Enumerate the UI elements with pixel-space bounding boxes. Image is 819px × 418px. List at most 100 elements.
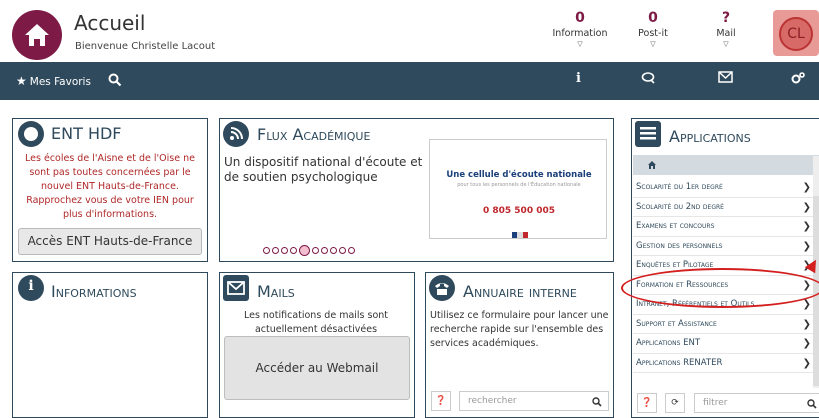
rss-icon [230, 127, 243, 140]
ent-access-button[interactable]: Accès ENT Hauts-de-France [18, 228, 202, 255]
slide-dot[interactable] [330, 247, 337, 254]
chevron-right-icon: ❯ [802, 201, 811, 213]
user-avatar[interactable]: CL [773, 10, 819, 56]
favorites-label: Mes Favoris [29, 76, 91, 88]
informations-panel-icon: i [18, 275, 44, 301]
ent-alert-message: Les écoles de l'Aisne et de l'Oise ne so… [25, 153, 195, 220]
main-navbar: ★ Mes Favoris i [0, 62, 819, 100]
mails-panel-icon [223, 275, 249, 301]
search-icon [108, 73, 122, 87]
application-item-label: Applications ENT [636, 338, 701, 348]
envelope-icon [718, 71, 733, 83]
refresh-icon: ⟳ [671, 398, 679, 408]
annuaire-panel-icon [429, 275, 455, 301]
help-button[interactable]: ❓ [637, 393, 657, 413]
highlight-annotation-oval [621, 268, 819, 308]
application-item[interactable]: Support et Assistance ❯ [633, 315, 815, 334]
mails-panel: Mails Les notifications de mails sont ac… [219, 272, 415, 418]
list-icon [640, 127, 656, 140]
applications-panel-title: Applications [669, 127, 751, 146]
annuaire-help-button[interactable]: ❓ [431, 391, 451, 411]
favorites-menu[interactable]: ★ Mes Favoris [16, 74, 91, 88]
slide-dot[interactable] [272, 247, 279, 254]
application-item-label: Gestion des personnels [636, 240, 723, 251]
republique-logo-icon [512, 232, 528, 238]
flux-slide-image[interactable]: Une cellule d'écoute nationale pour tous… [429, 139, 607, 239]
slide-dot[interactable] [281, 247, 288, 254]
chevron-right-icon: ❯ [802, 338, 811, 349]
home-logo[interactable] [12, 10, 62, 60]
flux-panel-icon [223, 121, 249, 147]
refresh-button[interactable]: ⟳ [665, 393, 685, 413]
star-icon: ★ [16, 74, 27, 88]
question-icon: ❓ [435, 396, 447, 406]
annuaire-panel: Annuaire interne Utilisez ce formulaire … [425, 272, 614, 418]
applications-panel-icon [635, 121, 661, 147]
welcome-message: Bienvenue Christelle Lacout [75, 41, 216, 52]
top-header: Accueil Bienvenue Christelle Lacout 0 In… [0, 0, 819, 62]
mail-button[interactable] [718, 71, 733, 87]
annuaire-search-input[interactable]: rechercher [459, 391, 609, 411]
avatar-initials: CL [779, 17, 813, 51]
chevron-down-icon: ▽ [723, 40, 729, 48]
application-item-label: Support et Assistance [636, 318, 717, 329]
information-counter[interactable]: 0 Information ▽ [545, 10, 615, 48]
ent-panel-title: ENT HDF [51, 124, 122, 143]
mails-panel-title: Mails [257, 282, 295, 301]
page-title: Accueil [74, 11, 146, 35]
slide-dot[interactable] [263, 247, 270, 254]
application-item-label: Scolarité du 1er degré [636, 182, 723, 192]
home-icon [25, 24, 49, 46]
application-item[interactable]: Applications RENATER ❯ [633, 354, 815, 373]
application-item[interactable]: Gestion des personnels ❯ [633, 237, 815, 256]
slide-dot[interactable] [312, 247, 319, 254]
chat-button[interactable] [641, 71, 657, 89]
slide-dot[interactable] [290, 247, 297, 254]
circle-icon [24, 127, 38, 141]
annuaire-description: Utilisez ce formulaire pour lancer une r… [430, 310, 609, 349]
filter-placeholder: filtrer [703, 398, 728, 408]
ent-panel-icon [18, 121, 44, 147]
chevron-right-icon: ❯ [802, 221, 811, 232]
slide-dot[interactable] [321, 247, 328, 254]
card-title: Une cellule d'écoute nationale [446, 170, 592, 180]
slide-dot[interactable] [339, 247, 346, 254]
phone-icon [435, 283, 449, 295]
flux-headline[interactable]: Un dispositif national d'écoute et de so… [224, 155, 424, 185]
card-phone: 0 805 500 005 [482, 206, 556, 216]
application-item[interactable]: Scolarité du 1er degré ❯ [633, 178, 815, 198]
informations-panel: i Informations [12, 272, 208, 418]
info-icon[interactable]: i [576, 71, 581, 86]
slide-dot[interactable] [348, 247, 355, 254]
flux-panel-title: Flux Académique [257, 125, 371, 144]
search-placeholder: rechercher [468, 396, 517, 406]
navbar-search-button[interactable] [108, 72, 122, 91]
information-count: 0 [575, 10, 585, 26]
question-icon: ❓ [641, 398, 653, 408]
mail-count: ? [721, 10, 731, 26]
card-subtitle: pour tous les personnels de l'Éducation … [457, 182, 581, 188]
search-icon [807, 399, 817, 409]
postit-counter[interactable]: 0 Post-it ▽ [618, 10, 688, 48]
webmail-button[interactable]: Accéder au Webmail [224, 336, 410, 400]
mail-counter[interactable]: ? Mail ▽ [691, 10, 761, 48]
info-icon: i [28, 278, 34, 294]
mail-label: Mail [716, 28, 736, 39]
application-item[interactable]: Applications ENT ❯ [633, 334, 815, 354]
settings-button[interactable] [790, 71, 806, 89]
chevron-right-icon: ❯ [802, 357, 811, 369]
chevron-down-icon: ▽ [650, 40, 656, 48]
chat-icon [641, 72, 655, 84]
information-label: Information [552, 28, 608, 39]
postit-label: Post-it [638, 28, 668, 39]
applications-home-row[interactable] [633, 155, 819, 175]
slide-indicators [263, 240, 357, 259]
application-item[interactable]: Scolarité du 2nd degré ❯ [633, 198, 815, 217]
chevron-right-icon: ❯ [802, 240, 811, 252]
envelope-icon [227, 281, 245, 295]
applications-filter-input[interactable]: filtrer [694, 393, 819, 413]
application-item[interactable]: Examens et concours ❯ [633, 217, 815, 237]
informations-panel-title: Informations [51, 282, 137, 301]
application-item-label: Applications RENATER [636, 357, 723, 368]
slide-dot[interactable] [299, 245, 310, 256]
